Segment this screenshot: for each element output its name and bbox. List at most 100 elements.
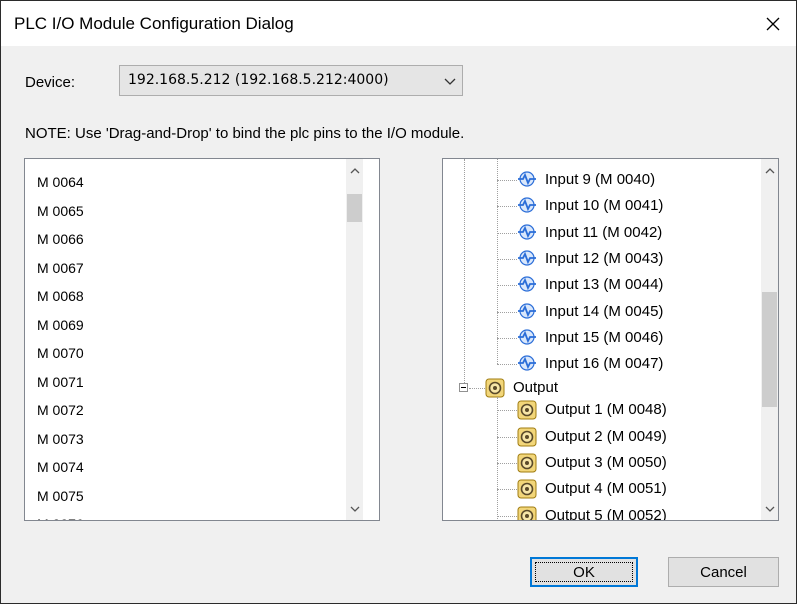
input-signal-icon <box>518 250 536 266</box>
tree-connector-line <box>497 397 498 520</box>
tree-connector-line <box>497 463 517 464</box>
pin-list-scrollbar[interactable] <box>346 159 363 520</box>
input-signal-icon <box>518 276 536 292</box>
tree-node-icon <box>517 249 537 272</box>
tree-connector-line <box>497 159 498 365</box>
tree-connector-line <box>497 285 517 287</box>
chevron-down-icon <box>444 78 456 85</box>
tree-node-label: Output <box>513 379 559 397</box>
tree-item-input[interactable]: Input 11 (M 0042) <box>517 220 743 246</box>
scroll-thumb[interactable] <box>762 292 777 408</box>
list-item[interactable]: M 0065 <box>37 203 84 219</box>
tree-item-output[interactable]: Output 3 (M 0050) <box>517 450 743 476</box>
tree-node-icon <box>517 400 537 425</box>
tree-node-icon <box>517 506 537 520</box>
note-text: NOTE: Use 'Drag-and-Drop' to bind the pl… <box>25 125 465 142</box>
tree-item-input[interactable]: Input 10 (M 0041) <box>517 193 743 219</box>
tree-node-icon <box>517 196 537 219</box>
output-coil-icon <box>517 427 537 447</box>
tree-item-output[interactable]: Output 2 (M 0049) <box>517 424 743 450</box>
chevron-up-icon <box>765 167 774 173</box>
list-item[interactable]: M 0075 <box>37 488 84 504</box>
close-button[interactable] <box>750 1 796 46</box>
dialog-title: PLC I/O Module Configuration Dialog <box>14 14 294 33</box>
list-item[interactable]: M 0067 <box>37 260 84 276</box>
device-select[interactable]: 192.168.5.212 (192.168.5.212:4000) <box>119 65 463 96</box>
tree-item-input[interactable]: Input 16 (M 0047) <box>517 351 743 377</box>
output-coil-icon <box>517 479 537 499</box>
input-signal-icon <box>518 329 536 345</box>
tree-connector-line <box>464 159 465 388</box>
list-item[interactable]: M 0070 <box>37 345 84 361</box>
input-signal-icon <box>518 302 536 319</box>
scroll-thumb[interactable] <box>347 193 362 222</box>
list-item[interactable]: M 0076 <box>37 516 84 520</box>
input-signal-icon <box>518 171 536 187</box>
output-coil-icon <box>517 506 537 520</box>
tree-node-label: Input 15 (M 0046) <box>545 328 664 346</box>
scroll-up-button[interactable] <box>346 162 363 179</box>
chevron-up-icon <box>350 167 359 173</box>
tree-item-input[interactable]: Input 13 (M 0044) <box>517 272 743 298</box>
tree-node-icon <box>517 302 537 325</box>
tree-node-icon <box>517 453 537 478</box>
ok-button[interactable]: OK <box>530 557 638 587</box>
tree-connector-line <box>497 489 517 491</box>
scroll-up-button[interactable] <box>761 162 778 179</box>
tree-item-input[interactable]: Input 15 (M 0046) <box>517 325 743 351</box>
tree-node-icon <box>517 427 537 452</box>
tree-item-input[interactable]: Input 12 (M 0043) <box>517 246 743 272</box>
dialog-window: PLC I/O Module Configuration Dialog Devi… <box>0 0 797 604</box>
list-item[interactable]: M 0074 <box>37 459 84 475</box>
list-item[interactable]: M 0069 <box>37 317 84 333</box>
chevron-down-icon <box>350 506 359 512</box>
tree-item-output[interactable]: Output 1 (M 0048) <box>517 397 743 423</box>
tree-connector-line <box>497 232 517 234</box>
tree-connector-line <box>497 436 517 438</box>
tree-connector-line <box>497 311 517 313</box>
device-select-value: 192.168.5.212 (192.168.5.212:4000) <box>128 72 389 88</box>
tree-item-input[interactable]: Input 9 (M 0040) <box>517 167 743 193</box>
io-module-tree[interactable]: Input 9 (M 0040) Input 10 (M 0041) Input 1… <box>442 158 779 521</box>
tree-node-label: Output 1 (M 0048) <box>545 401 667 419</box>
tree-scrollbar[interactable] <box>761 159 778 520</box>
tree-node-label: Output 4 (M 0051) <box>545 480 667 498</box>
tree-item-input[interactable]: Input 14 (M 0045) <box>517 299 743 325</box>
list-item[interactable]: M 0072 <box>37 402 84 418</box>
scroll-down-button[interactable] <box>761 500 778 517</box>
tree-item-output[interactable]: Output 5 (M 0052) <box>517 503 743 520</box>
tree-node-label: Input 10 (M 0041) <box>545 197 664 215</box>
tree-item-output[interactable]: Output 4 (M 0051) <box>517 476 743 502</box>
title-bar: PLC I/O Module Configuration Dialog <box>1 1 796 46</box>
list-item[interactable]: M 0064 <box>37 174 84 190</box>
output-coil-icon <box>517 453 537 473</box>
tree-node-label: Input 9 (M 0040) <box>545 171 656 188</box>
tree-node-label: Input 12 (M 0043) <box>545 249 664 267</box>
list-item[interactable]: M 0066 <box>37 231 84 247</box>
list-item[interactable]: M 0073 <box>37 431 84 447</box>
scroll-down-button[interactable] <box>346 500 363 517</box>
cancel-button-label: Cancel <box>700 563 747 581</box>
output-group-icon <box>485 378 505 398</box>
tree-node-icon <box>517 275 537 298</box>
list-item[interactable]: M 0068 <box>37 288 84 304</box>
tree-node-label: Output 2 (M 0049) <box>545 427 667 445</box>
list-item[interactable]: M 0071 <box>37 374 84 390</box>
tree-connector-line <box>497 337 517 339</box>
tree-connector-line <box>497 410 517 412</box>
tree-node-label: Input 16 (M 0047) <box>545 355 664 373</box>
tree-node-icon <box>517 479 537 504</box>
device-label: Device: <box>25 74 76 91</box>
input-signal-icon <box>518 355 536 371</box>
tree-node-icon <box>517 328 537 351</box>
pin-list[interactable]: M 0064 M 0065 M 0066 M 0067 M 0068 M 0069 M 00… <box>24 158 380 521</box>
tree-connector-line <box>497 515 517 517</box>
cancel-button[interactable]: Cancel <box>668 557 779 587</box>
tree-node-icon <box>517 354 537 377</box>
tree-connector-line <box>497 364 517 366</box>
collapse-box-icon[interactable] <box>459 383 468 393</box>
tree-node-label: Input 14 (M 0045) <box>545 302 664 320</box>
tree-node-icon <box>485 378 505 403</box>
tree-node-icon <box>517 170 537 193</box>
tree-connector-line <box>497 258 517 260</box>
